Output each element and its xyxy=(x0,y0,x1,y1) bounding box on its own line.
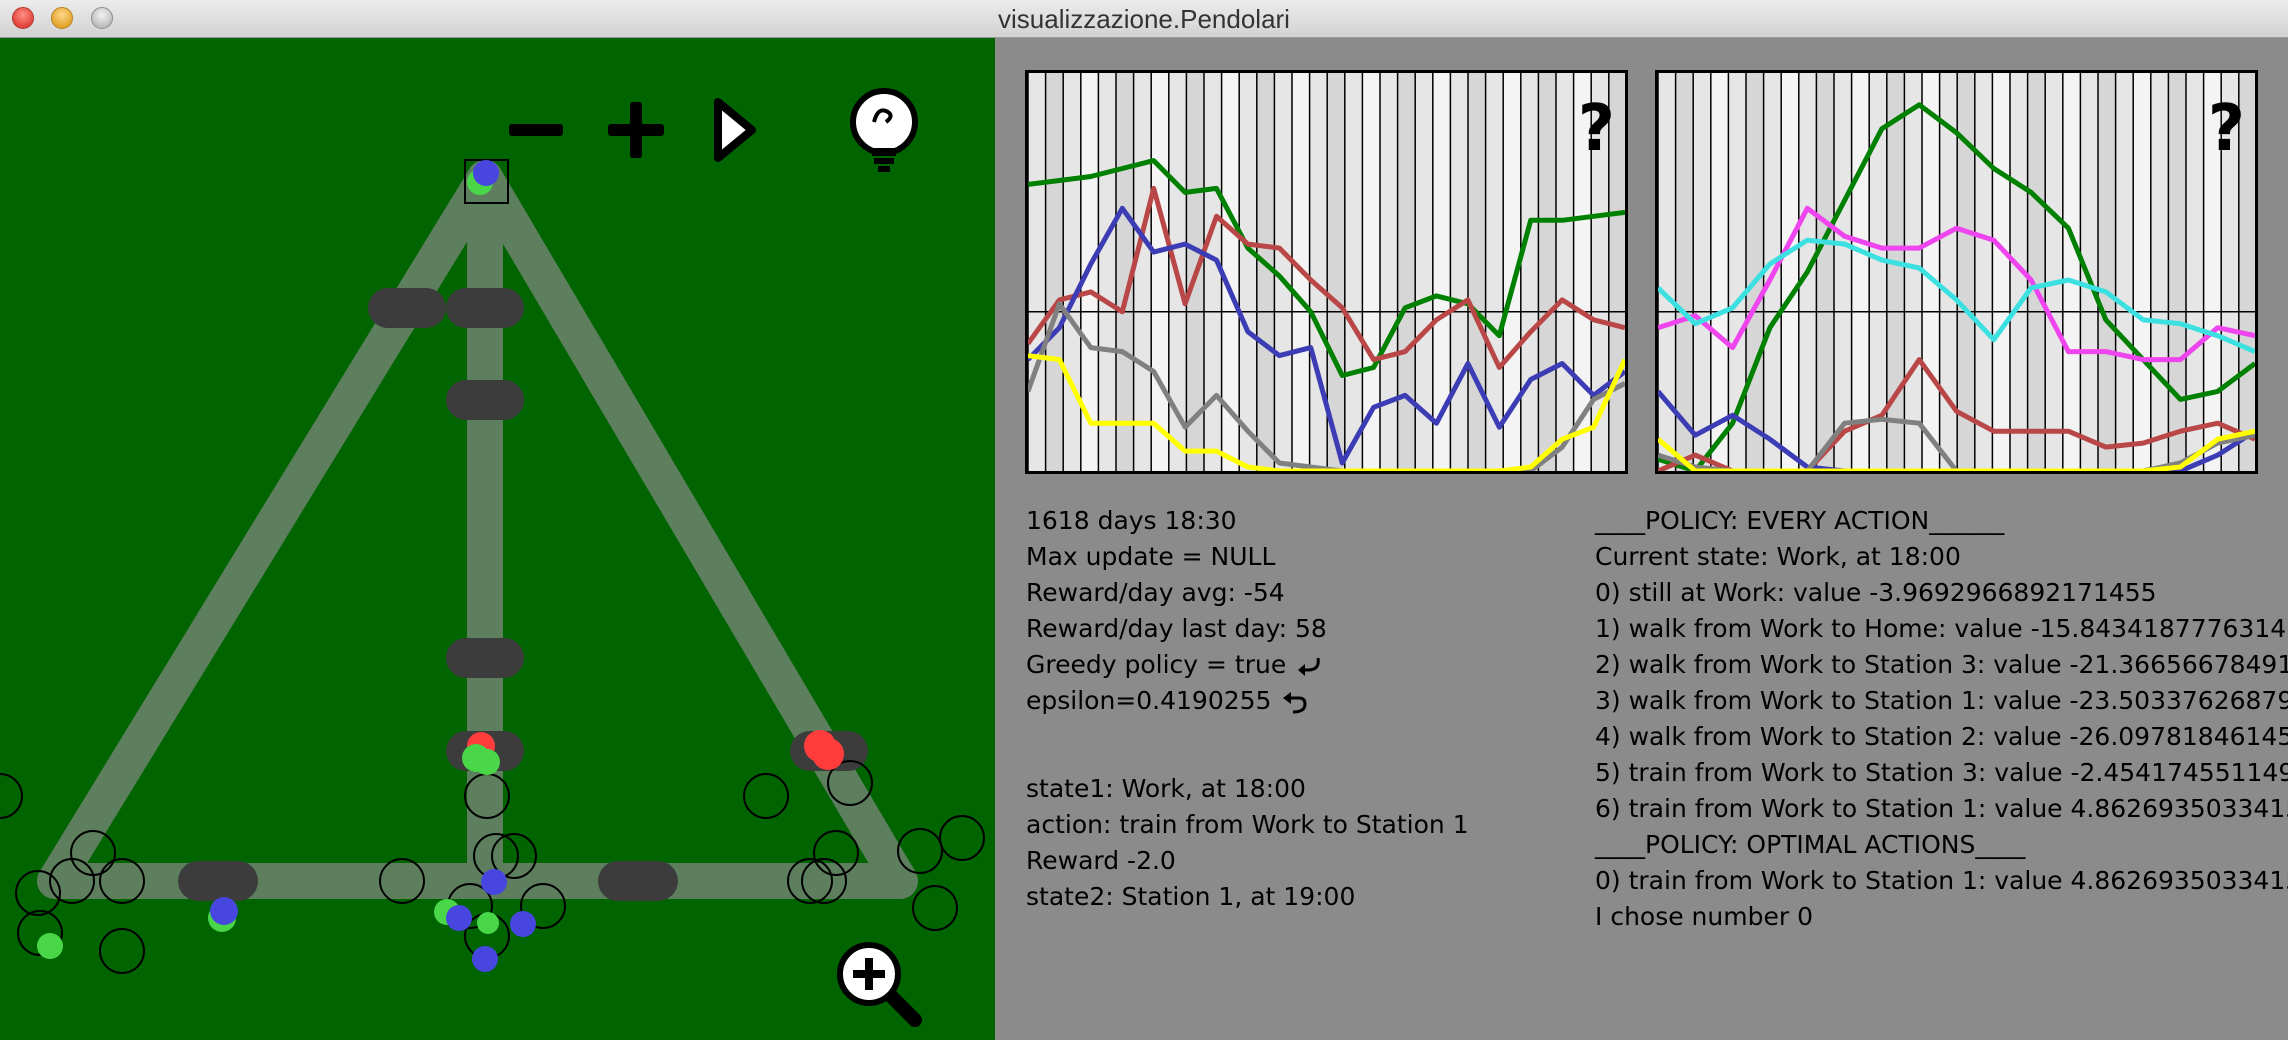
station-marker xyxy=(368,288,446,328)
chart-stripe xyxy=(1063,73,1081,471)
policy-action-5: 5) train from Work to Station 3: value -… xyxy=(1595,758,2288,787)
chart-stripe xyxy=(1886,73,1905,471)
action: action: train from Work to Station 1 xyxy=(1026,810,1469,839)
chart-stripe xyxy=(1204,73,1222,471)
chart-stripe xyxy=(1485,73,1504,471)
chart-stripe xyxy=(2080,73,2098,471)
toggle-arrow-icon[interactable] xyxy=(1294,654,1324,678)
chart-stripe xyxy=(1904,73,1922,471)
chart-stripe xyxy=(1834,73,1852,471)
chart-stripe xyxy=(1239,73,1257,471)
info-panel: ? ? 1618 days 18:30 Max update = NULL Re… xyxy=(995,38,2288,1040)
chart-stripe xyxy=(1028,73,1046,471)
chart-right-plot xyxy=(1658,73,2255,471)
chart-stripe xyxy=(1974,73,1993,471)
station-marker xyxy=(446,288,524,328)
route-left-edge xyxy=(37,160,503,899)
chart-stripe xyxy=(1151,73,1169,471)
greedy-policy: Greedy policy = true xyxy=(1026,650,1287,679)
chart-stripe xyxy=(1693,73,1711,471)
chart-stripe xyxy=(2062,73,2081,471)
chart-stripe xyxy=(1851,73,1870,471)
chart-stripe xyxy=(1450,73,1468,471)
state1: state1: Work, at 18:00 xyxy=(1026,774,1306,803)
policy-header: ____POLICY: EVERY ACTION______ xyxy=(1595,506,2005,535)
chart-stripe xyxy=(2168,73,2186,471)
station-marker xyxy=(178,861,258,901)
undo-arrow-icon[interactable] xyxy=(1279,690,1309,714)
chart-stripe xyxy=(2027,73,2046,471)
chart-stripe xyxy=(1309,73,1328,471)
chart-stripe xyxy=(2115,73,2134,471)
sim-time: 1618 days 18:30 xyxy=(1026,506,1237,535)
epsilon-row: epsilon=0.4190255 xyxy=(1026,683,1327,719)
greedy-policy-row: Greedy policy = true xyxy=(1026,647,1327,683)
reward-last-day: Reward/day last day: 58 xyxy=(1026,614,1327,643)
lightbulb-icon[interactable] xyxy=(848,86,920,178)
optimal-header: ____POLICY: OPTIMAL ACTIONS____ xyxy=(1595,830,2026,859)
chosen-action: I chose number 0 xyxy=(1595,902,1813,931)
help-button-left[interactable]: ? xyxy=(1578,97,1615,161)
optimal-action-0: 0) train from Work to Station 1: value 4… xyxy=(1595,866,2288,895)
chart-stripe xyxy=(1468,73,1486,471)
chart-stripe xyxy=(1781,73,1799,471)
chart-stripe xyxy=(1675,73,1694,471)
chart-stripe xyxy=(1556,73,1574,471)
policy-block: ____POLICY: EVERY ACTION______ Current s… xyxy=(1595,503,2288,935)
help-button-right[interactable]: ? xyxy=(2208,97,2245,161)
chart-stripe xyxy=(1710,73,1729,471)
chart-stripe xyxy=(1380,73,1398,471)
chart-stripe xyxy=(1133,73,1152,471)
value-history-chart-right: ? xyxy=(1655,70,2258,474)
zoom-in-icon[interactable] xyxy=(833,938,925,1028)
chart-stripe xyxy=(2186,73,2204,471)
network-map xyxy=(0,159,985,974)
station-marker xyxy=(446,638,524,678)
policy-action-1: 1) walk from Work to Home: value -15.843… xyxy=(1595,614,2288,643)
policy-action-4: 4) walk from Work to Station 2: value -2… xyxy=(1595,722,2288,751)
station-marker xyxy=(598,861,678,901)
reward-avg: Reward/day avg: -54 xyxy=(1026,578,1285,607)
station-marker xyxy=(446,380,524,420)
chart-stripe xyxy=(2150,73,2169,471)
epsilon-value: epsilon=0.4190255 xyxy=(1026,686,1272,715)
title-bar: visualizzazione.Pendolari xyxy=(0,0,2288,38)
chart-stripe xyxy=(1538,73,1556,471)
simulation-canvas[interactable] xyxy=(0,38,995,1040)
policy-action-6: 6) train from Work to Station 1: value 4… xyxy=(1595,794,2288,823)
chart-stripe xyxy=(1992,73,2010,471)
policy-action-0: 0) still at Work: value -3.9692966892171… xyxy=(1595,578,2157,607)
plus-icon[interactable] xyxy=(604,98,668,162)
transition-block: state1: Work, at 18:00 action: train fro… xyxy=(1026,771,1469,915)
minus-icon[interactable] xyxy=(505,110,569,150)
chart-stripe xyxy=(1397,73,1416,471)
chart-stripe xyxy=(2098,73,2116,471)
chart-stripe xyxy=(2045,73,2063,471)
policy-action-2: 2) walk from Work to Station 3: value -2… xyxy=(1595,650,2288,679)
chart-stripe xyxy=(1816,73,1834,471)
state2: state2: Station 1, at 19:00 xyxy=(1026,882,1356,911)
chart-stripe xyxy=(2133,73,2151,471)
value-history-chart-left: ? xyxy=(1025,70,1628,474)
policy-action-3: 3) walk from Work to Station 1: value -2… xyxy=(1595,686,2288,715)
stats-block: 1618 days 18:30 Max update = NULL Reward… xyxy=(1026,503,1327,719)
play-icon[interactable] xyxy=(710,96,760,164)
max-update: Max update = NULL xyxy=(1026,542,1276,571)
chart-stripe xyxy=(1098,73,1116,471)
chart-stripe xyxy=(1520,73,1539,471)
chart-stripe xyxy=(1045,73,1064,471)
policy-current-state: Current state: Work, at 18:00 xyxy=(1595,542,1961,571)
reward: Reward -2.0 xyxy=(1026,846,1176,875)
route-right-edge xyxy=(467,160,918,899)
window-title: visualizzazione.Pendolari xyxy=(998,4,1290,34)
chart-left-plot xyxy=(1028,73,1625,471)
chart-stripe xyxy=(1344,73,1363,471)
